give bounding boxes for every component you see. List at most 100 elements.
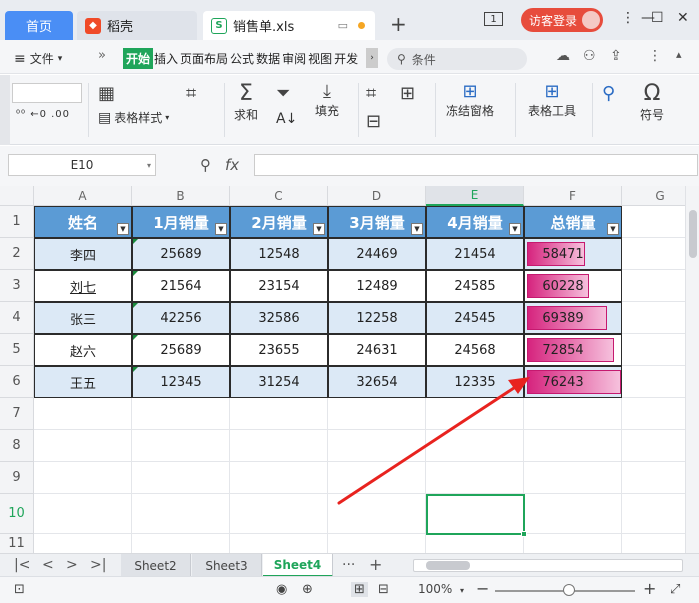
worksheet-icon[interactable]: ⊟	[366, 111, 381, 132]
table-cell[interactable]: 24545	[426, 302, 524, 334]
fullscreen-icon[interactable]: ⤢	[670, 582, 680, 597]
row-header-3[interactable]: 3	[0, 270, 34, 302]
empty-cell[interactable]	[230, 398, 328, 430]
table-cell[interactable]: 21564	[132, 270, 230, 302]
total-sales-cell[interactable]: 60228	[524, 270, 622, 302]
table-cell[interactable]: 23655	[230, 334, 328, 366]
table-cell[interactable]: 25689	[132, 238, 230, 270]
empty-cell[interactable]	[328, 462, 426, 494]
ribbon-scroll-left[interactable]	[0, 75, 10, 145]
conditional-format-icon[interactable]: ▦	[98, 83, 115, 104]
empty-cell[interactable]	[34, 494, 132, 534]
cell-format-icon[interactable]: ⌗	[186, 83, 196, 104]
total-sales-cell[interactable]: 76243	[524, 366, 622, 398]
table-cell[interactable]: 21454	[426, 238, 524, 270]
table-header-cell[interactable]: 姓名 ▼	[34, 206, 132, 238]
total-sales-cell[interactable]: 58471	[524, 238, 622, 270]
empty-cell[interactable]	[230, 462, 328, 494]
formula-input[interactable]	[254, 154, 698, 176]
page-layout-view-icon[interactable]: ⊟	[378, 582, 389, 597]
column-header-c[interactable]: C	[230, 186, 328, 206]
table-cell[interactable]: 32654	[328, 366, 426, 398]
chevron-down-icon[interactable]: ▾	[460, 586, 464, 595]
share-user-icon[interactable]: ⚇	[583, 48, 596, 64]
menu-tab-start[interactable]: 开始	[123, 48, 154, 69]
table-cell[interactable]: 24469	[328, 238, 426, 270]
macro-record-icon[interactable]: ⊡	[14, 582, 25, 597]
empty-cell[interactable]	[524, 398, 622, 430]
new-tab-button[interactable]: +	[390, 12, 407, 36]
sum-button[interactable]: Σ 求和	[234, 81, 258, 123]
symbol-button[interactable]: Ω 符号	[638, 81, 666, 123]
table-cell[interactable]: 12258	[328, 302, 426, 334]
empty-cell[interactable]	[328, 398, 426, 430]
menu-tab-review[interactable]: 审阅	[281, 48, 307, 69]
empty-cell[interactable]	[524, 462, 622, 494]
table-cell[interactable]: 32586	[230, 302, 328, 334]
sheet-tab-sheet3[interactable]: Sheet3	[192, 554, 262, 577]
zoom-in-button[interactable]: +	[643, 579, 656, 598]
fill-handle[interactable]	[521, 531, 527, 537]
freeze-panes-button[interactable]: ⊞ 冻结窗格	[444, 81, 496, 119]
table-cell[interactable]: 24585	[426, 270, 524, 302]
name-box[interactable]: E10 ▾	[8, 154, 156, 176]
zoom-search-icon[interactable]: ⚲	[200, 156, 211, 174]
vertical-scrollbar[interactable]	[685, 186, 699, 553]
selected-cell-e10[interactable]	[426, 494, 527, 537]
fill-button[interactable]: ⤓ 填充	[313, 81, 341, 119]
maximize-icon[interactable]: ☐	[651, 10, 664, 26]
normal-view-icon[interactable]: ⊞	[351, 582, 368, 597]
horizontal-scrollbar[interactable]	[413, 559, 683, 572]
more-sheets-icon[interactable]: ···	[342, 557, 355, 573]
row-header-10[interactable]: 10	[0, 494, 34, 534]
table-header-cell[interactable]: 4月销量 ▼	[426, 206, 524, 238]
table-cell[interactable]: 李四	[34, 238, 132, 270]
empty-cell[interactable]	[230, 494, 328, 534]
empty-cell[interactable]	[34, 430, 132, 462]
column-header-f[interactable]: F	[524, 186, 622, 206]
row-header-1[interactable]: 1	[0, 206, 34, 238]
table-cell[interactable]: 12548	[230, 238, 328, 270]
table-cell[interactable]: 张三	[34, 302, 132, 334]
row-header-2[interactable]: 2	[0, 238, 34, 270]
empty-cell[interactable]	[524, 534, 622, 553]
sheet-tab-sheet2[interactable]: Sheet2	[121, 554, 191, 577]
menu-tab-data[interactable]: 数据	[255, 48, 281, 69]
tab-home[interactable]: 首页	[5, 11, 73, 40]
empty-cell[interactable]	[426, 462, 524, 494]
filter-dropdown-icon[interactable]: ▼	[411, 223, 423, 235]
tab-daoke[interactable]: ◆ 稻壳	[77, 11, 197, 40]
empty-cell[interactable]	[328, 430, 426, 462]
menu-tab-developer[interactable]: 开发	[333, 48, 359, 69]
table-style-button[interactable]: ▤ 表格样式 ▾	[98, 109, 169, 126]
table-cell[interactable]: 12345	[132, 366, 230, 398]
table-cell[interactable]: 42256	[132, 302, 230, 334]
empty-cell[interactable]	[132, 494, 230, 534]
sheet-tab-sheet4[interactable]: Sheet4	[263, 554, 333, 577]
column-header-a[interactable]: A	[34, 186, 132, 206]
total-sales-cell[interactable]: 69389	[524, 302, 622, 334]
row-header-6[interactable]: 6	[0, 366, 34, 398]
empty-cell[interactable]	[34, 398, 132, 430]
table-cell[interactable]: 12489	[328, 270, 426, 302]
menu-icon[interactable]: ⋮	[621, 10, 635, 26]
number-format-select[interactable]	[12, 83, 82, 103]
table-cell[interactable]: 25689	[132, 334, 230, 366]
fx-icon[interactable]: fx	[225, 156, 239, 174]
table-cell[interactable]: 12335	[426, 366, 524, 398]
menu-tab-view[interactable]: 视图	[307, 48, 333, 69]
monitor-icon[interactable]: ▭	[338, 19, 348, 32]
empty-cell[interactable]	[132, 462, 230, 494]
empty-cell[interactable]	[132, 430, 230, 462]
empty-cell[interactable]	[34, 462, 132, 494]
collapse-ribbon-icon[interactable]: ▴	[676, 48, 682, 61]
empty-cell[interactable]	[132, 398, 230, 430]
row-header-7[interactable]: 7	[0, 398, 34, 430]
table-header-cell[interactable]: 总销量 ▼	[524, 206, 622, 238]
filter-dropdown-icon[interactable]: ▼	[607, 223, 619, 235]
table-tools-button[interactable]: ⊞ 表格工具	[524, 81, 580, 119]
rows-columns-icon[interactable]: ⊞	[400, 83, 415, 104]
file-menu[interactable]: ≡ 文件 ▾	[14, 50, 62, 67]
row-header-8[interactable]: 8	[0, 430, 34, 462]
format-painter-icon[interactable]: ⌗	[366, 83, 376, 104]
